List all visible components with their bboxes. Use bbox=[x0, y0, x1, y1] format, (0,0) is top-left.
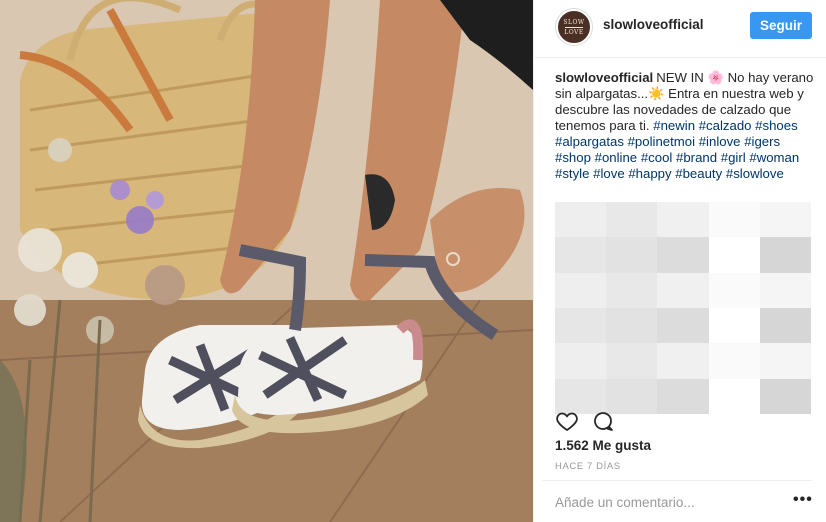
pixel-tile bbox=[708, 202, 760, 238]
pixel-tile bbox=[555, 272, 607, 308]
comment-icon[interactable] bbox=[591, 409, 615, 433]
pixel-tile bbox=[759, 343, 811, 379]
hashtag-link[interactable]: #beauty bbox=[675, 166, 722, 181]
heart-icon[interactable] bbox=[555, 409, 579, 433]
hashtag-link[interactable]: #style bbox=[555, 166, 589, 181]
hashtag-link[interactable]: #shoes bbox=[755, 118, 798, 133]
follow-button[interactable]: Seguir bbox=[750, 12, 812, 39]
hashtag-link[interactable]: #alpargatas bbox=[555, 134, 624, 149]
hashtag-link[interactable]: #cool bbox=[641, 150, 673, 165]
pixel-tile bbox=[657, 378, 709, 414]
hashtag-link[interactable]: #igers bbox=[744, 134, 780, 149]
caption-username[interactable]: slowloveofficial bbox=[555, 70, 653, 85]
action-bar bbox=[555, 409, 615, 433]
pixel-tile bbox=[657, 237, 709, 273]
pixel-tile bbox=[606, 343, 658, 379]
hashtag-link[interactable]: #online bbox=[595, 150, 638, 165]
post-photo[interactable] bbox=[0, 0, 533, 522]
hashtag-link[interactable]: #newin bbox=[653, 118, 695, 133]
pixel-tile bbox=[708, 237, 760, 273]
pixel-tile bbox=[555, 237, 607, 273]
pixel-tile bbox=[606, 272, 658, 308]
comment-bar: ••• bbox=[542, 480, 812, 522]
pixel-tile bbox=[555, 307, 607, 344]
post-photo-illustration bbox=[0, 0, 533, 522]
pixelated-comments bbox=[555, 202, 811, 414]
pixel-tile bbox=[555, 202, 607, 238]
pixel-tile bbox=[708, 307, 760, 344]
pixel-tile bbox=[759, 202, 811, 238]
pixel-tile bbox=[657, 343, 709, 379]
pixel-tile bbox=[606, 237, 658, 273]
hashtag-link[interactable]: #happy bbox=[628, 166, 671, 181]
pixel-tile bbox=[606, 202, 658, 238]
hashtag-link[interactable]: #girl bbox=[721, 150, 746, 165]
pixel-tile bbox=[759, 378, 811, 414]
post-timestamp: HACE 7 DÍAS bbox=[555, 461, 621, 472]
pixel-tile bbox=[759, 237, 811, 273]
post-details-panel: SLOW LOVE slowloveofficial Seguir slowlo… bbox=[533, 0, 826, 522]
hashtag-link[interactable]: #inlove bbox=[699, 134, 741, 149]
hashtag-link[interactable]: #slowlove bbox=[726, 166, 784, 181]
avatar-divider bbox=[565, 26, 583, 28]
pixel-tile bbox=[657, 307, 709, 344]
hashtag-link[interactable]: #brand bbox=[676, 150, 717, 165]
post-caption: slowloveofficial NEW IN 🌸 No hay verano s… bbox=[555, 70, 817, 182]
hashtag-link[interactable]: #shop bbox=[555, 150, 591, 165]
comment-input[interactable] bbox=[555, 495, 765, 510]
pixel-tile bbox=[555, 343, 607, 379]
pixel-tile bbox=[708, 343, 760, 379]
pixel-tile bbox=[708, 272, 760, 308]
avatar-text-top: SLOW bbox=[563, 18, 585, 26]
hashtag-link[interactable]: #calzado bbox=[699, 118, 752, 133]
likes-count[interactable]: 1.562 Me gusta bbox=[555, 438, 651, 453]
pixel-tile bbox=[606, 307, 658, 344]
username-link[interactable]: slowloveofficial bbox=[603, 17, 704, 32]
hashtag-link[interactable]: #polinetmoi bbox=[628, 134, 695, 149]
pixel-tile bbox=[759, 307, 811, 344]
pixel-tile bbox=[657, 202, 709, 238]
hashtag-link[interactable]: #love bbox=[593, 166, 625, 181]
pixel-tile bbox=[759, 272, 811, 308]
avatar[interactable]: SLOW LOVE bbox=[556, 9, 592, 45]
avatar-text-bottom: LOVE bbox=[564, 28, 584, 36]
hashtag-link[interactable]: #woman bbox=[749, 150, 799, 165]
pixel-tile bbox=[708, 378, 760, 414]
more-options-icon[interactable]: ••• bbox=[793, 491, 813, 509]
pixel-tile bbox=[657, 272, 709, 308]
post-header: SLOW LOVE slowloveofficial Seguir bbox=[534, 0, 826, 58]
